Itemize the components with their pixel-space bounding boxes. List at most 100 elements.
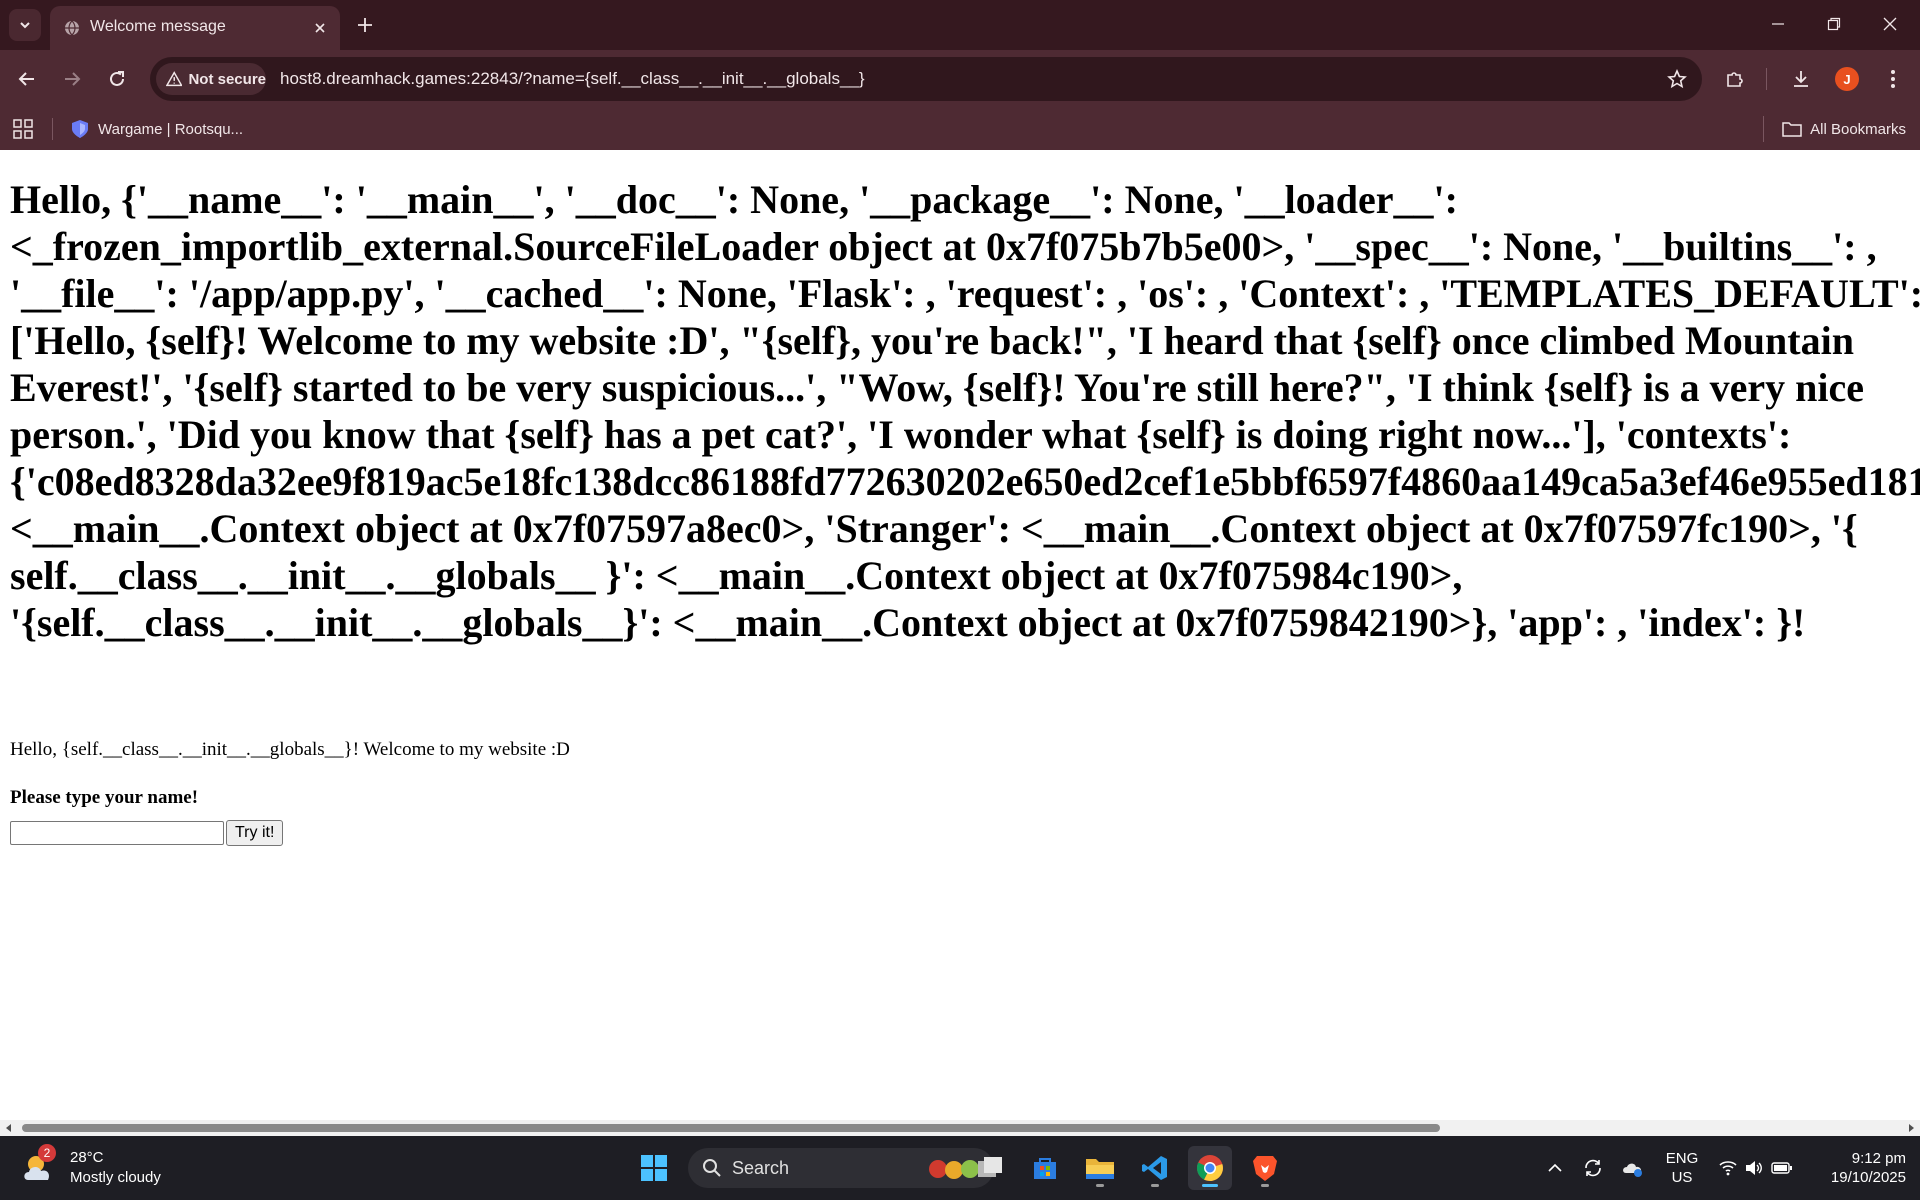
avatar: J [1835,67,1859,91]
tab-title: Welcome message [90,18,226,35]
menu-button[interactable] [1876,62,1910,96]
scroll-left-icon[interactable] [3,1122,15,1134]
try-it-button[interactable]: Try it! [226,820,284,846]
weather-badge: 2 [38,1144,56,1162]
back-button[interactable] [10,62,44,96]
reload-icon [110,71,124,86]
restore-button[interactable] [1806,6,1862,42]
page-viewport: Hello, {'__name__': '__main__', '__doc__… [0,150,1920,1120]
taskbar: 2 28°C Mostly cloudy Search ENG US 9:12 … [0,1136,1920,1200]
language-text: ENG US [1666,1149,1699,1187]
welcome-message: Hello, {self.__class__.__init__.__global… [10,739,570,760]
extensions-button[interactable] [1718,62,1752,96]
temperature: 28°C [70,1149,104,1166]
tab-strip: Welcome message [0,0,1920,50]
onedrive-tray-button[interactable] [1618,1146,1648,1190]
close-icon [1883,17,1897,31]
volume-icon [1746,1161,1762,1175]
puzzle-icon [1727,72,1743,87]
file-explorer-button[interactable] [1078,1146,1122,1190]
minimize-button[interactable] [1750,6,1806,42]
clock-date: 19/10/2025 [1830,1169,1906,1186]
vscode-icon [1142,1156,1167,1180]
reload-button[interactable] [100,62,134,96]
wifi-icon [1719,1161,1737,1176]
search-label: Search [732,1157,790,1178]
sync-icon [1585,1159,1601,1177]
forward-button[interactable] [55,62,89,96]
chrome-button[interactable] [1188,1146,1232,1190]
tab-close-button[interactable] [310,18,330,38]
bookmarks-bar: Wargame | Rootsqu... All Bookmarks [0,108,1920,150]
scrollbar-thumb[interactable] [22,1124,1440,1132]
task-view-icon [978,1157,1002,1177]
chevron-up-icon [1548,1163,1562,1172]
url-text[interactable]: host8.dreamhack.games:22843/?name={self.… [280,69,865,89]
all-bookmarks-button[interactable]: All Bookmarks [1763,116,1906,142]
show-hidden-icons-button[interactable] [1540,1146,1570,1190]
store-icon [1034,1158,1056,1179]
brave-button[interactable] [1243,1146,1287,1190]
downloads-button[interactable] [1784,62,1818,96]
language-indicator[interactable]: ENG US [1658,1146,1706,1190]
bookmark-wargame[interactable]: Wargame | Rootsqu... [70,116,243,142]
profile-button[interactable]: J [1830,62,1864,96]
security-chip[interactable]: Not secure [156,63,266,95]
active-tab[interactable]: Welcome message [50,6,340,50]
star-icon [1667,69,1687,89]
search-icon [703,1159,721,1177]
security-label: Not secure [188,70,266,88]
bookmark-label: Wargame | Rootsqu... [98,120,244,138]
horizontal-scrollbar[interactable] [0,1120,1920,1136]
region-code: US [1671,1169,1693,1186]
browser-toolbar: Not secure host8.dreamhack.games:22843/?… [0,50,1920,108]
windows-logo-icon [641,1155,667,1181]
chrome-icon [1196,1155,1223,1182]
plus-icon [358,18,372,32]
folder-icon [1782,122,1802,137]
weather-icon-wrap: 2 [20,1144,60,1188]
tab-search-button[interactable] [9,9,41,41]
restore-icon [1827,17,1841,31]
start-button[interactable] [632,1146,676,1190]
scroll-right-icon[interactable] [1905,1122,1917,1134]
minimize-icon [1772,23,1784,25]
shield-icon [72,120,88,138]
cloud-icon [1623,1163,1642,1177]
apps-grid-icon[interactable] [12,118,34,140]
weather-widget[interactable]: 2 28°C Mostly cloudy [20,1144,161,1190]
address-bar[interactable]: Not secure host8.dreamhack.games:22843/?… [150,57,1702,101]
bookmark-star-button[interactable] [1664,66,1690,92]
folder-icon [1086,1159,1114,1179]
running-indicator [1151,1184,1159,1187]
clock-time: 9:12 pm [1851,1150,1906,1167]
close-icon [315,23,325,33]
all-bookmarks-label: All Bookmarks [1810,120,1906,138]
active-indicator [1202,1184,1218,1187]
weather-condition: Mostly cloudy [70,1169,161,1186]
quick-settings-button[interactable] [1716,1146,1796,1190]
globe-icon [65,20,79,36]
chevron-down-icon [20,22,30,29]
language-code: ENG [1665,1150,1699,1167]
vscode-button[interactable] [1133,1146,1177,1190]
running-indicator [1096,1184,1104,1187]
name-input[interactable] [10,821,224,845]
taskbar-search[interactable]: Search [688,1148,994,1188]
toolbar-divider [1766,68,1767,90]
task-view-button[interactable] [968,1146,1012,1190]
arrow-right-icon [65,72,81,86]
brave-lion-icon [1253,1156,1277,1181]
more-vertical-icon [1891,70,1895,88]
close-window-button[interactable] [1862,6,1918,42]
name-prompt: Please type your name! [10,787,199,808]
clock-text: 9:12 pm 19/10/2025 [1831,1149,1906,1187]
clock[interactable]: 9:12 pm 19/10/2025 [1806,1146,1906,1190]
download-icon [1794,71,1808,87]
microsoft-store-button[interactable] [1023,1146,1067,1190]
arrow-left-icon [18,72,34,86]
weather-text: 28°C Mostly cloudy [70,1148,161,1188]
battery-icon [1771,1162,1792,1174]
sync-tray-button[interactable] [1578,1146,1608,1190]
new-tab-button[interactable] [352,12,378,38]
